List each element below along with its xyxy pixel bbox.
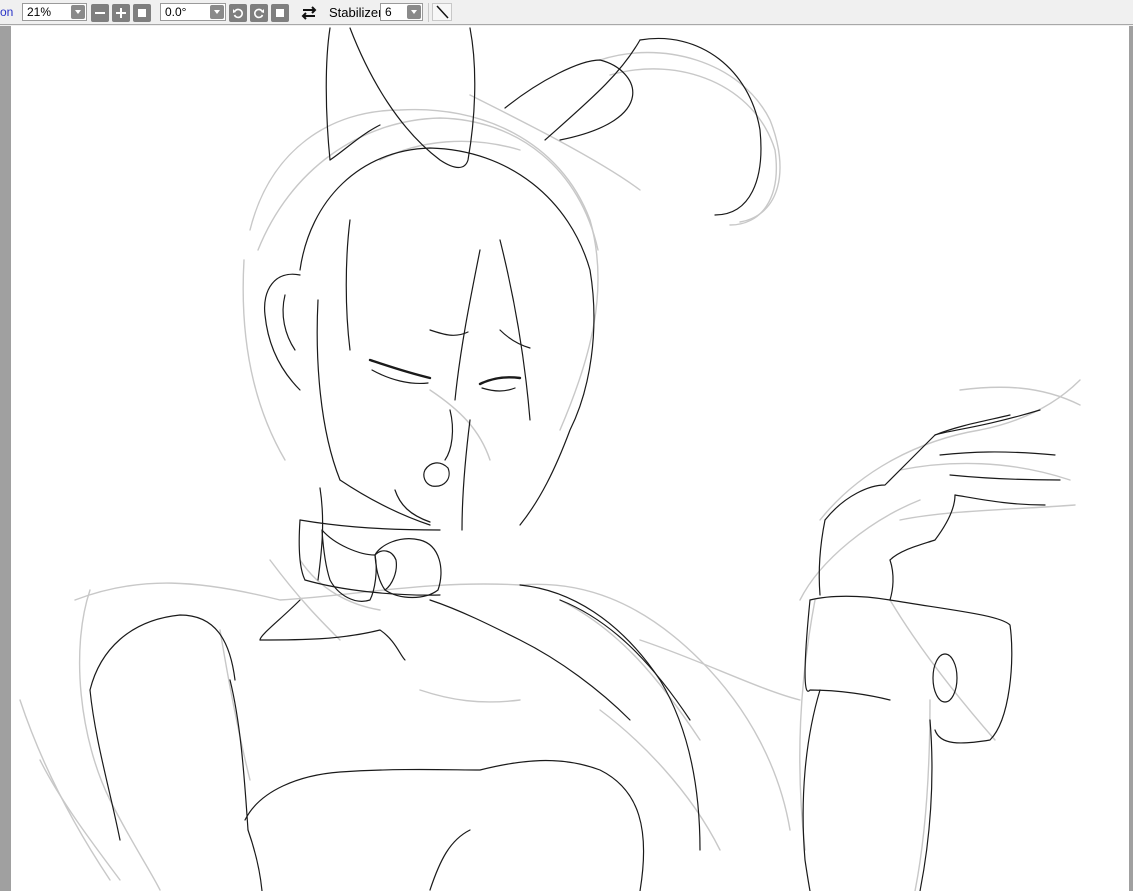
rotation-dropdown[interactable]: 0.0° [160, 3, 226, 21]
diagonal-line-icon [436, 5, 449, 19]
canvas-left-border [0, 26, 11, 891]
chevron-down-icon[interactable] [71, 5, 85, 19]
zoom-out-button[interactable] [91, 4, 109, 22]
stabilizer-value: 6 [385, 5, 392, 19]
rotation-value: 0.0° [165, 5, 187, 19]
zoom-value: 21% [27, 5, 52, 19]
swap-arrows-icon [301, 6, 317, 20]
chevron-down-icon[interactable] [407, 5, 421, 19]
drawing-canvas[interactable] [11, 26, 1129, 891]
rotate-right-icon [254, 8, 264, 19]
sketch-artwork [19, 27, 1081, 891]
flip-horizontal-button[interactable] [300, 4, 318, 22]
toolbar: on 21% 0.0° Stabilizer 6 [0, 0, 1133, 25]
zoom-reset-button[interactable] [133, 4, 151, 22]
square-icon [276, 9, 284, 17]
zoom-dropdown[interactable]: 21% [22, 3, 87, 21]
rotation-reset-button[interactable] [271, 4, 289, 22]
toolbar-cut-label: on [0, 5, 14, 19]
stabilizer-label: Stabilizer [329, 5, 383, 20]
square-icon [138, 9, 146, 17]
plus-icon [116, 8, 126, 18]
minus-icon [95, 12, 105, 14]
zoom-in-button[interactable] [112, 4, 130, 22]
rotate-left-button[interactable] [229, 4, 247, 22]
chevron-down-icon[interactable] [210, 5, 224, 19]
stabilizer-dropdown[interactable]: 6 [380, 3, 423, 21]
canvas-right-border [1129, 26, 1133, 891]
line-tool-button[interactable] [432, 3, 452, 21]
rotate-left-icon [233, 8, 243, 19]
toolbar-divider [428, 3, 429, 22]
rotate-right-button[interactable] [250, 4, 268, 22]
